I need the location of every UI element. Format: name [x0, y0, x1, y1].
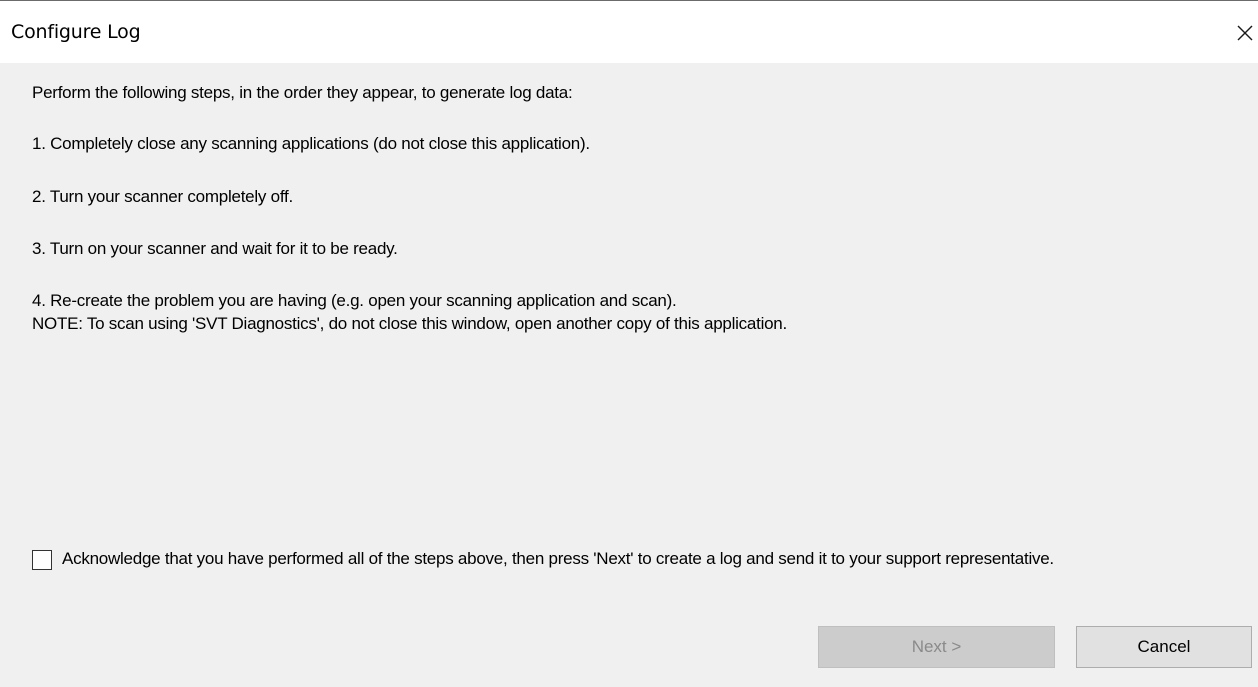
note-text: NOTE: To scan using 'SVT Diagnostics', d… [32, 314, 787, 333]
step-1-text: 1. Completely close any scanning applica… [32, 134, 590, 153]
next-button[interactable]: Next > [818, 626, 1055, 668]
intro-text: Perform the following steps, in the orde… [32, 83, 573, 102]
step-3-text: 3. Turn on your scanner and wait for it … [32, 239, 398, 258]
dialog-body: Perform the following steps, in the orde… [0, 63, 1258, 687]
cancel-button[interactable]: Cancel [1076, 626, 1252, 668]
configure-log-dialog: Configure Log Perform the following step… [0, 0, 1258, 687]
close-button[interactable] [1230, 15, 1258, 51]
acknowledge-label[interactable]: Acknowledge that you have performed all … [62, 547, 1242, 570]
title-bar: Configure Log [0, 1, 1258, 63]
close-icon [1237, 25, 1253, 41]
step-2-text: 2. Turn your scanner completely off. [32, 187, 293, 206]
step-4-text: 4. Re-create the problem you are having … [32, 291, 677, 310]
acknowledge-checkbox[interactable] [32, 550, 52, 570]
window-title: Configure Log [11, 21, 141, 43]
